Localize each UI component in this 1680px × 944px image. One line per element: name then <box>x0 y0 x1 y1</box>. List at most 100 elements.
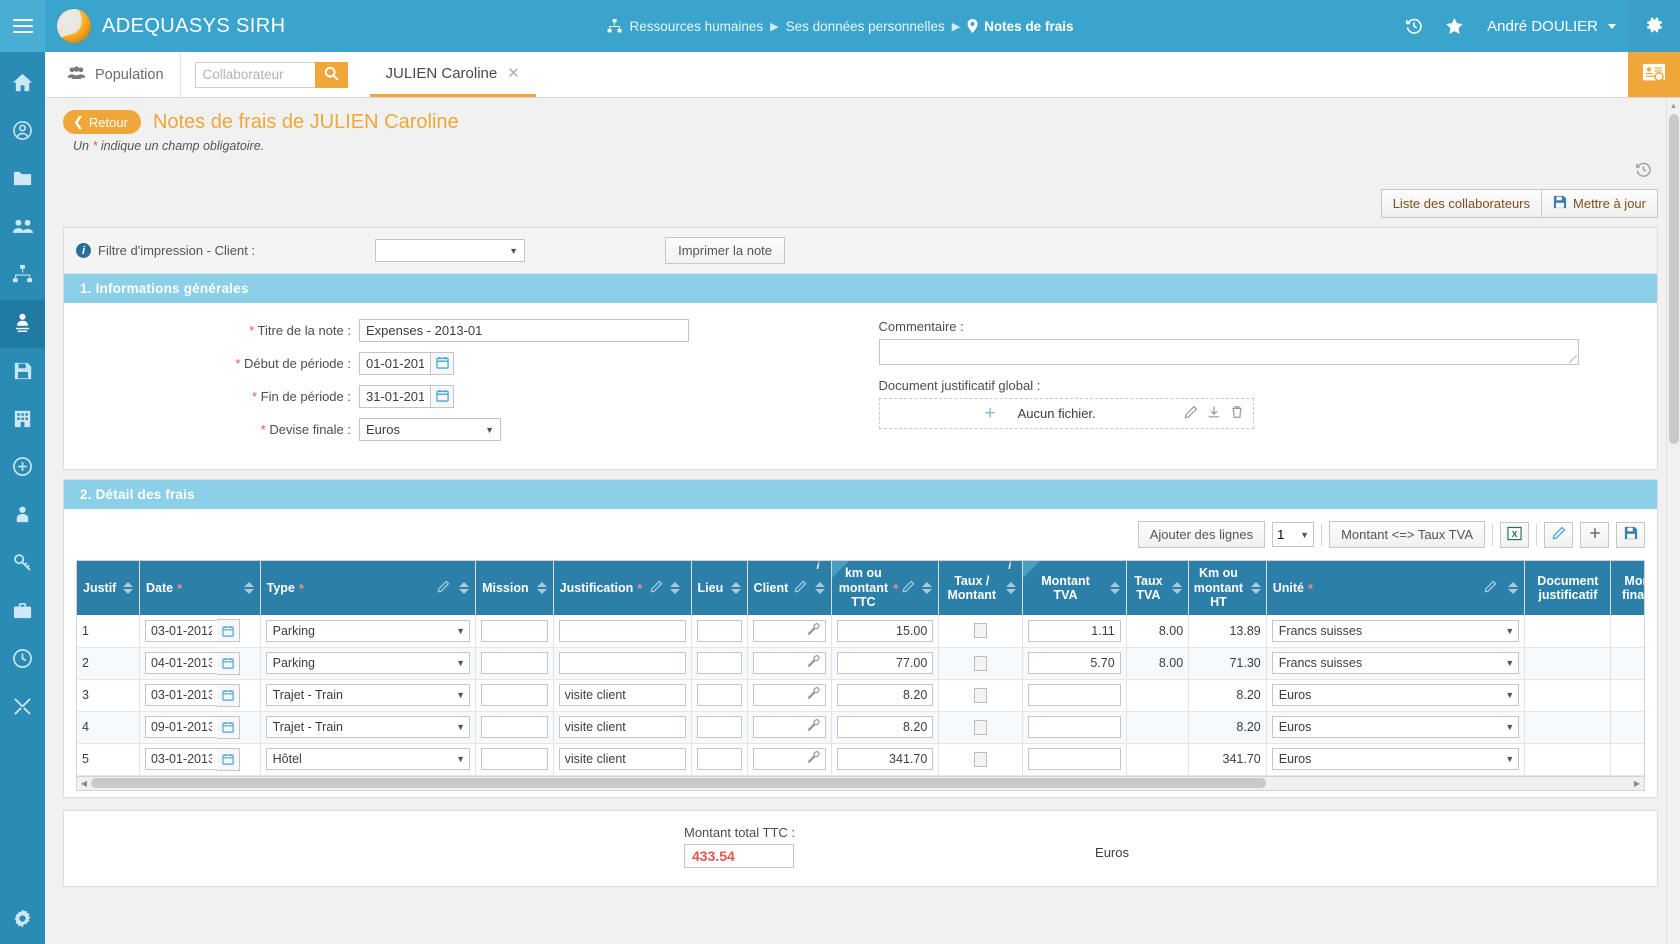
add-row-button[interactable] <box>1580 521 1609 548</box>
row-lieu-input[interactable] <box>696 684 742 706</box>
amount-vat-toggle-button[interactable]: Montant <=> Taux TVA <box>1329 521 1485 548</box>
sort-icon[interactable] <box>1006 582 1017 594</box>
sidebar-item-briefcase[interactable] <box>0 588 45 636</box>
row-justification-input[interactable] <box>558 619 686 642</box>
pencil-icon[interactable] <box>902 580 915 596</box>
sort-icon[interactable] <box>459 582 470 594</box>
save-rows-button[interactable] <box>1616 521 1645 548</box>
print-note-button[interactable]: Imprimer la note <box>665 237 786 264</box>
row-ttc-input[interactable] <box>836 652 934 674</box>
info-icon[interactable]: i <box>817 561 849 578</box>
star-icon[interactable] <box>1434 17 1475 36</box>
row-ttc-input[interactable] <box>836 716 934 738</box>
row-unite-select[interactable]: Francs suisses ▼ <box>1271 619 1520 642</box>
row-ttc-input[interactable] <box>836 748 934 770</box>
row-taux-montant-checkbox[interactable] <box>974 687 988 703</box>
row-type-select[interactable]: Parking ▼ <box>265 652 471 674</box>
row-taux-montant-checkbox[interactable] <box>974 719 988 735</box>
settings-button[interactable] <box>1628 0 1680 52</box>
search-input[interactable] <box>194 61 315 88</box>
sort-icon[interactable] <box>814 582 825 594</box>
row-mission-input[interactable] <box>481 619 548 642</box>
row-taux-montant-checkbox[interactable] <box>974 655 988 671</box>
app-logo[interactable]: ADEQUASYS SIRH <box>57 9 285 43</box>
row-unite-select[interactable]: Euros ▼ <box>1271 684 1520 706</box>
sort-icon[interactable] <box>1109 582 1120 594</box>
table-horizontal-scrollbar[interactable]: ◀ ▶ <box>76 776 1645 791</box>
row-date-picker-button[interactable] <box>216 683 240 707</box>
sort-icon[interactable] <box>536 582 547 594</box>
row-lieu-input[interactable] <box>696 619 742 642</box>
row-date-input[interactable] <box>144 619 217 642</box>
info-icon[interactable]: i <box>1008 561 1041 578</box>
hscroll-thumb[interactable] <box>91 778 1266 788</box>
col-unite[interactable]: Unité * <box>1266 561 1526 615</box>
col-montant-final[interactable]: Montant final TTC <box>1610 561 1644 615</box>
col-mission[interactable]: Mission <box>475 561 554 615</box>
col-km-ttc[interactable]: i km ou montant TTC * <box>817 561 940 615</box>
start-date-input[interactable] <box>359 352 431 375</box>
row-client-picker[interactable] <box>752 619 826 642</box>
close-icon[interactable]: ✕ <box>507 64 520 82</box>
row-unite-select[interactable]: Euros ▼ <box>1271 716 1520 738</box>
row-type-select[interactable]: Trajet - Train ▼ <box>265 716 471 738</box>
row-taux-montant-checkbox[interactable] <box>974 751 988 767</box>
row-justification-input[interactable] <box>558 716 686 738</box>
sidebar-item-add[interactable] <box>0 444 45 492</box>
row-unite-select[interactable]: Francs suisses ▼ <box>1271 652 1520 674</box>
col-km-ht[interactable]: Km ou montant HT <box>1188 561 1267 615</box>
sidebar-item-reports[interactable] <box>0 348 45 396</box>
row-type-select[interactable]: Hôtel ▼ <box>265 748 471 770</box>
page-scrollbar[interactable]: ▲ <box>1666 98 1680 944</box>
row-client-picker[interactable] <box>752 652 826 674</box>
row-date-picker-button[interactable] <box>216 715 240 739</box>
row-mission-input[interactable] <box>481 652 548 674</box>
row-date-picker-button[interactable] <box>216 651 240 675</box>
row-montant-tva-input[interactable] <box>1028 619 1121 642</box>
chevron-down-icon[interactable] <box>1608 23 1616 29</box>
row-client-picker[interactable] <box>752 748 826 770</box>
row-date-picker-button[interactable] <box>216 747 240 771</box>
sidebar-item-time[interactable] <box>0 636 45 684</box>
row-date-picker-button[interactable] <box>216 619 240 643</box>
pencil-icon[interactable] <box>1184 405 1198 422</box>
row-montant-tva-input[interactable] <box>1028 716 1121 738</box>
currency-select[interactable]: Euros ▼ <box>359 418 501 441</box>
row-type-select[interactable]: Trajet - Train ▼ <box>265 684 471 706</box>
row-date-input[interactable] <box>144 748 217 770</box>
plus-icon[interactable]: + <box>985 403 996 425</box>
col-taux-tva[interactable]: Taux TVA <box>1126 561 1190 615</box>
sidebar-item-recruitment[interactable] <box>0 540 45 588</box>
user-menu[interactable]: André DOULIER <box>1475 18 1606 35</box>
row-montant-tva-input[interactable] <box>1028 748 1121 770</box>
row-date-input[interactable] <box>144 684 217 706</box>
trash-icon[interactable] <box>1230 405 1244 422</box>
row-taux-montant-checkbox[interactable] <box>974 623 988 639</box>
sort-icon[interactable] <box>243 582 254 594</box>
sidebar-item-company[interactable] <box>0 396 45 444</box>
pencil-icon[interactable] <box>794 580 807 596</box>
sidebar-item-training[interactable] <box>0 492 45 540</box>
sort-icon[interactable] <box>122 582 133 594</box>
update-button[interactable]: Mettre à jour <box>1542 189 1658 218</box>
col-justification[interactable]: Justification * <box>553 561 692 615</box>
col-justif[interactable]: Justif <box>77 561 140 615</box>
global-document-dropzone[interactable]: + Aucun fichier. <box>878 398 1254 429</box>
breadcrumb-item-1[interactable]: Ses données personnelles <box>786 19 945 34</box>
sidebar-item-tools[interactable] <box>0 684 45 732</box>
row-client-picker[interactable] <box>752 684 826 706</box>
hamburger-menu-button[interactable] <box>0 0 45 52</box>
back-button[interactable]: ❮ Retour <box>63 110 141 134</box>
row-montant-tva-input[interactable] <box>1028 684 1121 706</box>
row-montant-tva-input[interactable] <box>1028 652 1121 674</box>
row-client-picker[interactable] <box>752 716 826 738</box>
pencil-icon[interactable] <box>650 580 663 596</box>
history-icon[interactable] <box>1394 17 1434 35</box>
sidebar-item-documents[interactable] <box>0 156 45 204</box>
resize-handle[interactable] <box>1568 355 1577 363</box>
comment-textarea[interactable] <box>878 339 1579 365</box>
row-mission-input[interactable] <box>481 748 548 770</box>
scroll-right-icon[interactable]: ▶ <box>1630 779 1644 788</box>
sort-icon[interactable] <box>922 582 933 594</box>
excel-export-button[interactable]: X <box>1500 521 1529 548</box>
